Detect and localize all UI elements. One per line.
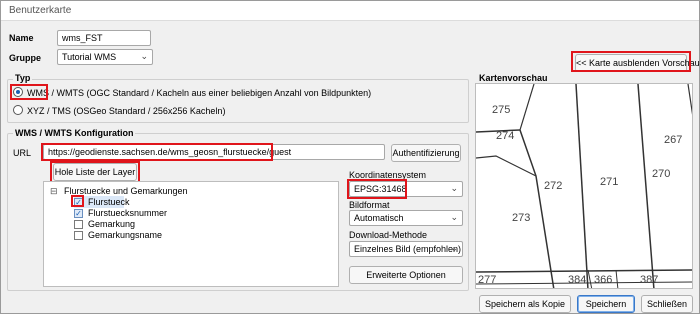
checkbox-flurstuecksnummer[interactable]: ✓	[74, 209, 83, 218]
highlight-hide-preview	[571, 51, 691, 72]
group-select[interactable]: Tutorial WMS ⌄	[57, 49, 153, 65]
save-as-copy-button[interactable]: Speichern als Kopie	[479, 295, 571, 313]
download-value: Einzelnes Bild (empfohlen)	[354, 244, 462, 254]
highlight-crs	[347, 179, 407, 199]
name-label: Name	[9, 33, 34, 43]
typ-group-title: Typ	[13, 73, 33, 83]
tree-collapse-icon[interactable]: ⊟	[50, 186, 58, 197]
chevron-down-icon: ⌄	[140, 51, 148, 61]
check-icon: ✓	[75, 209, 82, 218]
chevron-down-icon: ⌄	[450, 212, 458, 222]
layer-flurstueck[interactable]: Flurstueck	[88, 197, 130, 207]
xyz-radio[interactable]	[13, 105, 23, 115]
checkbox-gemarkungsname[interactable]	[74, 231, 83, 240]
layer-gemarkungsname[interactable]: Gemarkungsname	[88, 230, 162, 240]
wms-config-title: WMS / WMTS Konfiguration	[13, 128, 136, 138]
group-label: Gruppe	[9, 53, 42, 63]
format-select[interactable]: Automatisch ⌄	[349, 210, 463, 226]
map-preview[interactable]: 275 274 267 272 271 270 273 277 384 366 …	[475, 83, 693, 289]
title-bar: Benutzerkarte	[1, 1, 699, 21]
parcel-label: 267	[664, 134, 683, 146]
checkbox-gemarkung[interactable]	[74, 220, 83, 229]
window-title: Benutzerkarte	[9, 5, 72, 16]
highlight-wms-radio	[10, 84, 48, 100]
url-label: URL	[13, 148, 32, 158]
parcel-label: 275	[492, 104, 511, 116]
parcel-label: 384	[568, 274, 587, 286]
save-button[interactable]: Speichern	[577, 295, 635, 313]
parcel-label: 277	[478, 274, 497, 286]
xyz-option-label: XYZ / TMS (OSGeo Standard / 256x256 Kach…	[27, 106, 226, 116]
highlight-url	[41, 143, 273, 161]
layer-tree: ⊟ Flurstuecke und Gemarkungen ✓ Flurstue…	[43, 181, 339, 287]
parcel-label: 270	[652, 168, 671, 180]
format-value: Automatisch	[354, 213, 404, 223]
wms-option-label: WMS / WMTS (OGC Standard / Kacheln aus e…	[27, 88, 372, 98]
parcel-label: 273	[512, 212, 531, 224]
download-select[interactable]: Einzelnes Bild (empfohlen) ⌄	[349, 241, 463, 257]
parcel-label: 387	[640, 274, 659, 286]
format-label: Bildformat	[349, 200, 390, 210]
parcel-label: 272	[544, 180, 563, 192]
group-select-value: Tutorial WMS	[62, 52, 117, 62]
preview-title: Kartenvorschau	[477, 73, 550, 83]
layer-flurstuecksnummer[interactable]: Flurstuecksnummer	[88, 208, 167, 218]
dialog-window: Benutzerkarte Name wms_FST Gruppe Tutori…	[0, 0, 700, 314]
layer-gemarkung[interactable]: Gemarkung	[88, 219, 135, 229]
highlight-fetch-layers	[50, 161, 140, 183]
advanced-options-button[interactable]: Erweiterte Optionen	[349, 266, 463, 284]
highlight-flurstueck-checkbox	[71, 195, 84, 207]
download-label: Download-Methode	[349, 230, 428, 240]
parcel-label: 366	[594, 274, 613, 286]
typ-group	[7, 79, 469, 123]
parcel-label: 274	[496, 130, 515, 142]
close-button[interactable]: Schließen	[641, 295, 693, 313]
parcel-label: 271	[600, 176, 619, 188]
name-input[interactable]: wms_FST	[57, 30, 151, 46]
chevron-down-icon: ⌄	[450, 243, 458, 253]
auth-button[interactable]: Authentifizierung	[391, 144, 461, 162]
chevron-down-icon: ⌄	[450, 183, 458, 193]
